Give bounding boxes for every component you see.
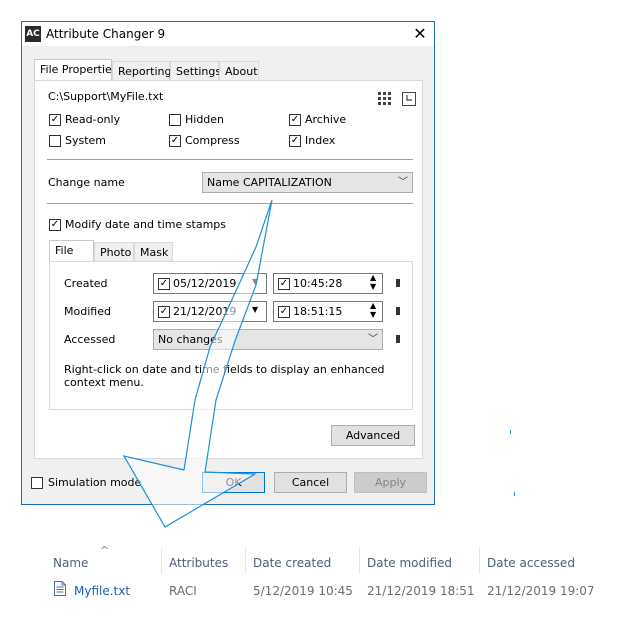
column-header-attributes[interactable]: Attributes: [169, 556, 228, 570]
file-date-modified: 21/12/2019 18:51: [367, 584, 475, 598]
column-divider[interactable]: [479, 548, 480, 574]
table-row[interactable]: Myfile.txt RACI 5/12/2019 10:45 21/12/20…: [48, 578, 628, 600]
column-header-date-created[interactable]: Date created: [253, 556, 331, 570]
column-divider[interactable]: [359, 548, 360, 574]
column-header-date-modified[interactable]: Date modified: [367, 556, 452, 570]
file-explorer-list: ^ Name Attributes Date created Date modi…: [0, 540, 640, 610]
marker-dot: [514, 492, 515, 496]
file-date-accessed: 21/12/2019 19:07: [487, 584, 595, 598]
file-attributes: RACI: [169, 584, 197, 598]
column-divider[interactable]: [245, 548, 246, 574]
column-divider[interactable]: [161, 548, 162, 574]
sort-ascending-icon: ^: [100, 544, 110, 557]
file-name[interactable]: Myfile.txt: [74, 584, 130, 598]
marker-dot: [510, 430, 511, 434]
column-header-date-accessed[interactable]: Date accessed: [487, 556, 575, 570]
file-date-created: 5/12/2019 10:45: [253, 584, 353, 598]
column-header-name[interactable]: Name: [53, 556, 88, 570]
text-file-icon: [54, 581, 66, 596]
